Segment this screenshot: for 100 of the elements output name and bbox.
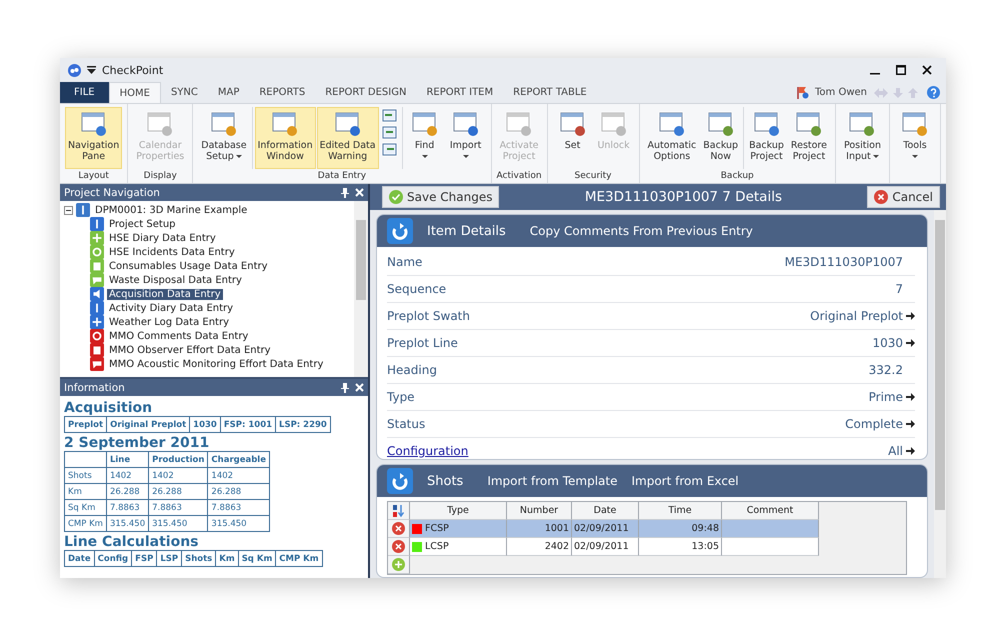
flag-icon[interactable]: [796, 86, 809, 99]
ribbon-tab[interactable]: REPORT TABLE: [503, 82, 597, 103]
table-cell: 02/09/2011: [574, 541, 629, 552]
field-value: 332.2: [868, 363, 903, 377]
delete-icon[interactable]: [392, 540, 405, 554]
window-icon: [78, 110, 109, 138]
ribbon-button[interactable]: Backup Project: [746, 107, 787, 169]
pin-icon[interactable]: [341, 188, 349, 198]
ribbon-button[interactable]: Backup Now: [700, 107, 742, 169]
cancel-button[interactable]: Cancel: [867, 186, 940, 208]
tree-item[interactable]: HSE Incidents Data Entry: [107, 246, 237, 258]
grid-row[interactable]: FCSP 1001 02/09/2011 09:48: [388, 520, 906, 538]
card-action[interactable]: Copy Comments From Previous Entry: [530, 224, 753, 238]
tree-item[interactable]: DPM0001: 3D Marine Example: [93, 204, 250, 216]
arrow-icon[interactable]: [906, 312, 915, 320]
column-header[interactable]: Time: [668, 505, 692, 516]
ribbon-button[interactable]: Position Input: [840, 107, 884, 169]
table-cell: LCSP: [425, 541, 449, 552]
field-label: Preplot Swath: [387, 309, 470, 323]
ribbon-tab[interactable]: SYNC: [160, 82, 208, 103]
scrollbar[interactable]: [934, 210, 946, 578]
window-icon: [900, 110, 930, 138]
field-value: 1030: [872, 336, 903, 350]
table-cell: 09:48: [692, 523, 719, 534]
ribbon-button[interactable]: Automatic Options: [644, 107, 700, 169]
save-button[interactable]: Save Changes: [382, 186, 500, 208]
details-title: ME3D111030P1007 7 Details: [584, 189, 783, 205]
pin-icon[interactable]: [341, 382, 349, 392]
table-cell: 02/09/2011: [574, 523, 629, 534]
ribbon-tab[interactable]: REPORT DESIGN: [315, 82, 416, 103]
table-cell: FSP: 1001: [224, 420, 272, 430]
table-cell: CMP Km: [68, 518, 103, 528]
close-icon[interactable]: [922, 65, 932, 75]
ribbon-tab[interactable]: REPORT ITEM: [416, 82, 504, 103]
table-cell: 13:05: [692, 541, 719, 552]
ribbon-button[interactable]: Database Setup: [198, 107, 250, 169]
ribbon-button[interactable]: Information Window: [254, 107, 316, 169]
help-icon[interactable]: [927, 86, 940, 99]
tree-item[interactable]: Weather Log Data Entry: [107, 316, 231, 328]
window-icon: [794, 110, 824, 138]
ribbon-button[interactable]: Navigation Pane: [65, 107, 122, 169]
arrow-icon[interactable]: [906, 447, 915, 455]
small-window-icon[interactable]: [382, 109, 398, 123]
arrow-icon[interactable]: [906, 393, 915, 401]
maximize-icon[interactable]: [896, 65, 906, 75]
close-icon: [874, 190, 888, 204]
arrow-icon[interactable]: [906, 339, 915, 347]
tree-item[interactable]: Consumables Usage Data Entry: [107, 260, 270, 272]
ribbon-button[interactable]: Find: [404, 107, 445, 169]
group-label: Display: [144, 171, 177, 181]
small-window-icon[interactable]: [382, 143, 398, 157]
field-value: All: [888, 444, 903, 458]
ribbon-button[interactable]: Tools: [894, 107, 935, 169]
field-link[interactable]: Configuration: [387, 444, 468, 458]
ribbon-button[interactable]: Edited Data Warning: [316, 107, 379, 169]
group-label: Backup: [720, 171, 754, 181]
ribbon-tab[interactable]: HOME: [108, 82, 161, 103]
tree-item[interactable]: MMO Acoustic Monitoring Effort Data Entry: [107, 358, 326, 370]
ribbon-tab[interactable]: MAP: [208, 82, 250, 103]
ribbon-button[interactable]: Restore Project: [788, 107, 830, 169]
collapse-icon[interactable]: [64, 206, 73, 214]
tree-item[interactable]: Acquisition Data Entry: [107, 288, 223, 300]
ribbon-button[interactable]: Set: [552, 107, 593, 169]
tree-item[interactable]: Activity Diary Data Entry: [107, 302, 236, 314]
caret-icon[interactable]: [87, 66, 96, 74]
tree-item[interactable]: Project Setup: [107, 218, 178, 230]
table-cell: FSP: [135, 554, 154, 564]
card-action[interactable]: Import from Template: [487, 474, 618, 488]
tree-item[interactable]: HSE Diary Data Entry: [107, 232, 218, 244]
delete-icon[interactable]: [392, 522, 405, 536]
tree-item[interactable]: MMO Comments Data Entry: [107, 330, 250, 342]
column-header[interactable]: Type: [447, 505, 469, 516]
table-cell: 1402: [152, 470, 174, 480]
card-action[interactable]: Import from Excel: [631, 474, 739, 488]
table-cell: 1001: [544, 523, 569, 534]
scrollbar[interactable]: [354, 201, 368, 377]
window-icon: [752, 110, 782, 138]
table-cell: Shots: [185, 554, 212, 564]
ribbon-tab[interactable]: REPORTS: [249, 82, 316, 103]
tree-item[interactable]: Waste Disposal Data Entry: [107, 274, 244, 286]
table-cell: 26.288: [152, 486, 182, 496]
table-cell: 1402: [211, 470, 234, 480]
table-cell: Date: [68, 554, 91, 564]
group-label: Security: [574, 171, 612, 181]
ribbon-button[interactable]: Import: [446, 107, 486, 169]
grid-row[interactable]: LCSP 2402 02/09/2011 13:05: [388, 538, 906, 556]
table-cell: Production: [152, 454, 204, 464]
app-icon: [68, 64, 81, 76]
window-title: CheckPoint: [102, 64, 164, 76]
user-name[interactable]: Tom Owen: [815, 87, 867, 98]
file-tab[interactable]: FILE: [60, 82, 109, 103]
table-cell: 315.450: [110, 518, 146, 528]
card-title: Shots: [427, 474, 464, 489]
small-window-icon[interactable]: [382, 126, 398, 140]
arrow-icon[interactable]: [906, 420, 915, 428]
check-icon: [389, 190, 403, 204]
sort-icon[interactable]: [392, 504, 406, 518]
tree-item[interactable]: MMO Observer Effort Data Entry: [107, 344, 273, 356]
table-cell: 7.8863: [152, 502, 182, 512]
table-cell: Config: [98, 554, 128, 564]
